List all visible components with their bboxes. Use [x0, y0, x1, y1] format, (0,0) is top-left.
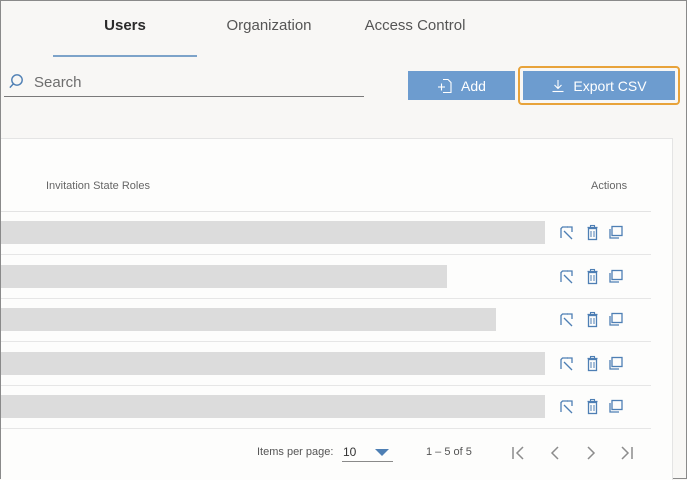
delete-icon[interactable]	[584, 311, 601, 328]
edit-icon[interactable]	[558, 224, 575, 241]
copy-icon[interactable]	[607, 224, 624, 241]
loading-placeholder	[1, 264, 447, 288]
export-csv-button-label: Export CSV	[573, 77, 647, 94]
search-icon	[9, 73, 23, 88]
loading-placeholder	[1, 395, 545, 418]
table-row[interactable]	[1, 212, 651, 255]
users-table: Invitation State Roles Actions Items per…	[1, 138, 673, 480]
edit-icon[interactable]	[558, 268, 575, 285]
search-field[interactable]	[4, 69, 364, 97]
column-header-roles[interactable]: Invitation State Roles	[46, 180, 150, 192]
last-page-icon[interactable]	[617, 444, 635, 462]
copy-icon[interactable]	[607, 355, 624, 372]
tab-organization[interactable]: Organization	[203, 1, 335, 57]
caret-down-icon	[375, 449, 389, 456]
pagination-range: 1 – 5 of 5	[426, 446, 472, 458]
delete-icon[interactable]	[584, 398, 601, 415]
tab-bar: Users Organization Access Control	[1, 1, 686, 59]
tab-users[interactable]: Users	[53, 1, 197, 57]
loading-placeholder	[1, 221, 545, 244]
previous-page-icon[interactable]	[546, 444, 564, 462]
edit-icon[interactable]	[558, 355, 575, 372]
column-header-actions: Actions	[591, 180, 628, 192]
delete-icon[interactable]	[584, 268, 601, 285]
delete-icon[interactable]	[584, 224, 601, 241]
delete-icon[interactable]	[584, 355, 601, 372]
tab-access-control[interactable]: Access Control	[345, 1, 485, 57]
add-button[interactable]: Add	[408, 71, 515, 100]
items-per-page-value: 10	[343, 445, 357, 459]
edit-icon[interactable]	[558, 398, 575, 415]
items-per-page-label: Items per page:	[257, 446, 334, 458]
table-row[interactable]	[1, 386, 651, 429]
download-icon	[552, 79, 564, 92]
table-row[interactable]	[1, 343, 651, 386]
search-input[interactable]	[34, 74, 334, 91]
next-page-icon[interactable]	[582, 444, 600, 462]
copy-icon[interactable]	[607, 398, 624, 415]
loading-placeholder	[1, 308, 496, 331]
copy-icon[interactable]	[607, 268, 624, 285]
table-row[interactable]	[1, 256, 651, 299]
first-page-icon[interactable]	[510, 444, 528, 462]
table-row[interactable]	[1, 299, 651, 342]
export-csv-button[interactable]: Export CSV	[523, 71, 675, 100]
edit-icon[interactable]	[558, 311, 575, 328]
copy-icon[interactable]	[607, 311, 624, 328]
items-per-page-select[interactable]: 10	[342, 440, 393, 462]
loading-placeholder	[1, 351, 545, 375]
add-button-label: Add	[461, 77, 486, 94]
add-file-icon	[438, 78, 452, 93]
